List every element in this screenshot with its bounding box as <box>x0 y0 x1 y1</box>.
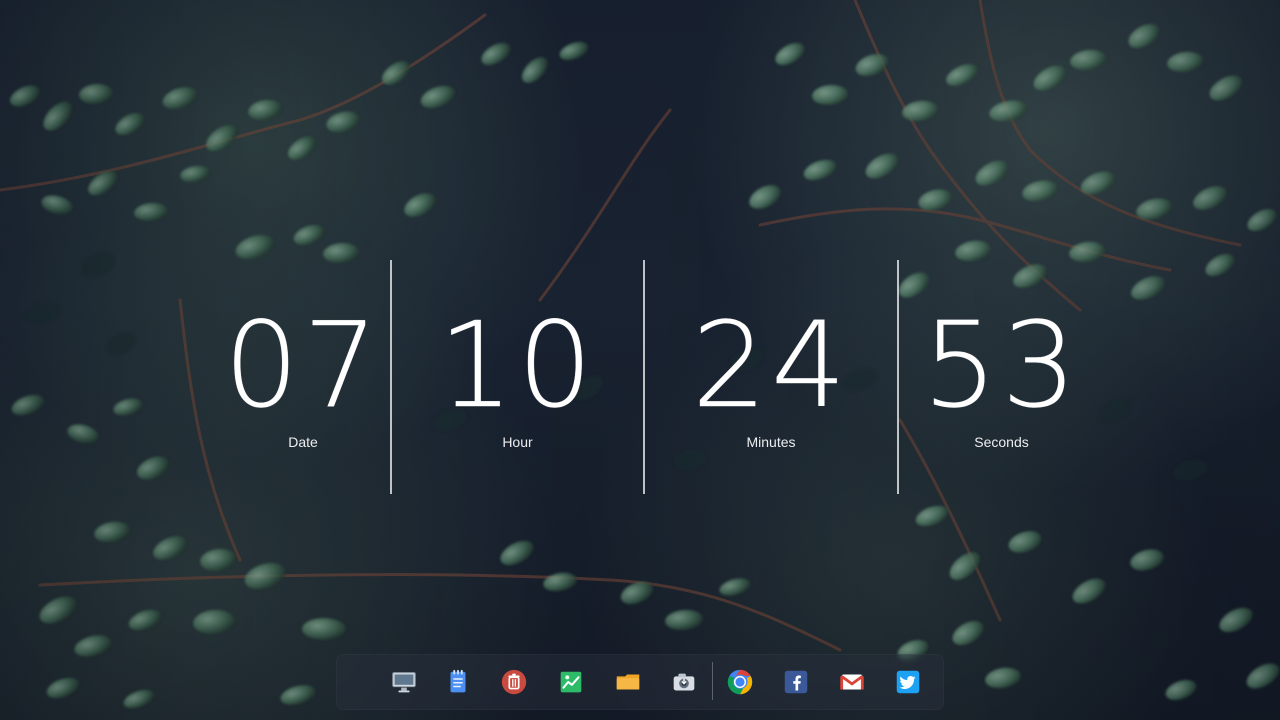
minutes-block: 24 Minutes <box>645 302 897 462</box>
seconds-block: 53 Seconds <box>899 302 1104 462</box>
hour-value: 10 <box>438 296 597 434</box>
camera-icon[interactable] <box>668 666 700 698</box>
notes-icon[interactable] <box>442 666 474 698</box>
date-label: Date <box>288 434 318 450</box>
monitor-icon[interactable] <box>388 666 420 698</box>
hour-label: Hour <box>502 434 533 450</box>
dock <box>336 654 944 710</box>
date-block: 07 Date <box>216 302 390 462</box>
dock-divider <box>712 662 713 700</box>
trash-icon[interactable] <box>498 666 530 698</box>
minutes-value: 24 <box>691 296 851 434</box>
facebook-icon[interactable] <box>780 666 812 698</box>
clock-widget: 07 Date 10 Hour 24 Minutes 53 Seconds <box>216 258 1104 496</box>
gmail-icon[interactable] <box>836 666 868 698</box>
hour-block: 10 Hour <box>392 302 643 462</box>
folder-icon[interactable] <box>612 666 644 698</box>
seconds-label: Seconds <box>974 434 1029 450</box>
desktop: 07 Date 10 Hour 24 Minutes 53 Seconds <box>0 0 1280 720</box>
twitter-icon[interactable] <box>892 666 924 698</box>
minutes-label: Minutes <box>746 434 796 450</box>
image-viewer-icon[interactable] <box>555 666 587 698</box>
chrome-icon[interactable] <box>724 666 756 698</box>
date-value: 07 <box>223 296 383 434</box>
seconds-value: 53 <box>922 296 1081 434</box>
